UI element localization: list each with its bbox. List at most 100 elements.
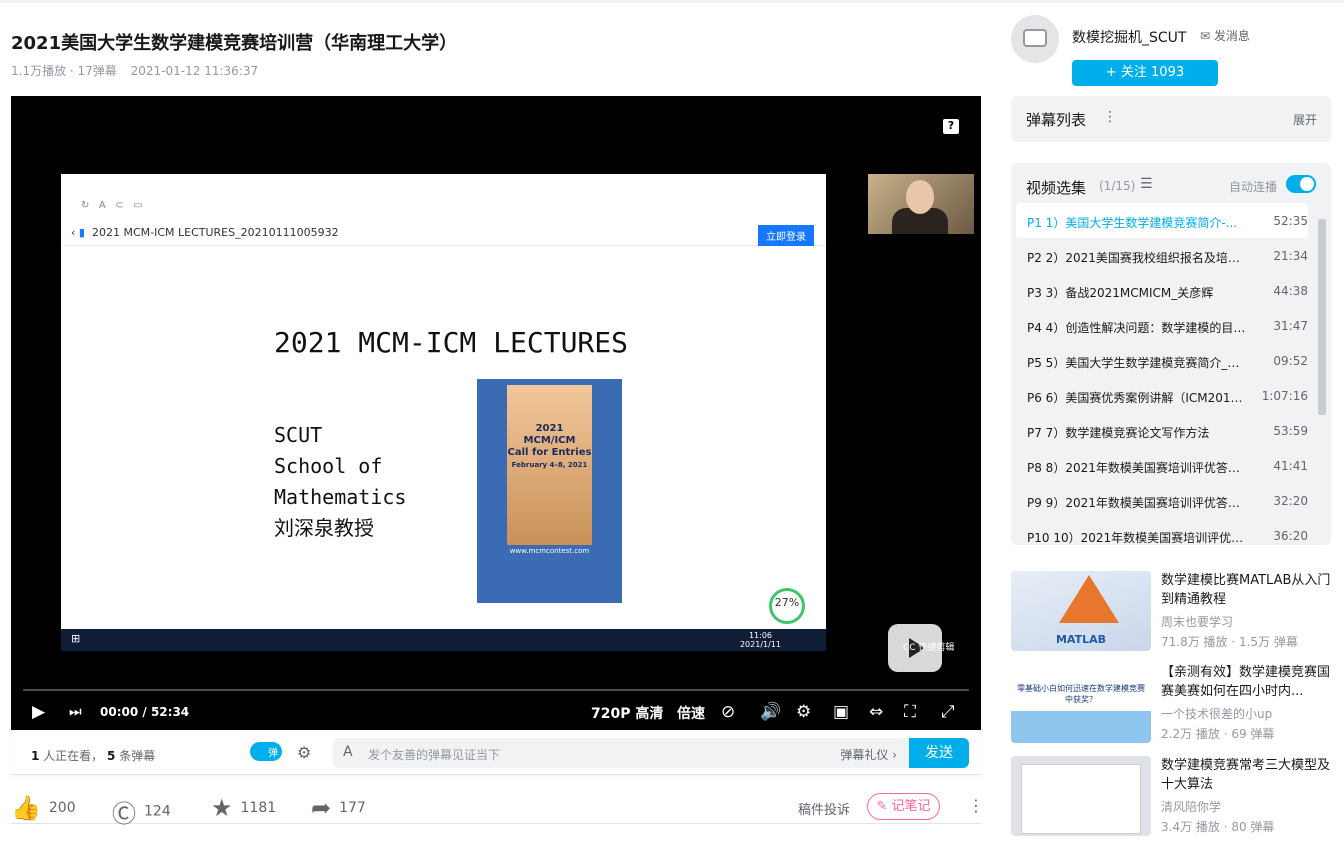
coin-button[interactable]: Ⓒ 124 bbox=[112, 794, 171, 829]
login-button: 立即登录 bbox=[758, 225, 814, 246]
settings-gear-icon[interactable]: ⚙ bbox=[796, 702, 811, 722]
playlist-item[interactable]: P2 2）2021美国赛我校组织报名及培训情况...21:34 bbox=[1016, 238, 1308, 273]
recommended-video[interactable]: 数学建模竞赛常考三大模型及十大算法 清风陪你学 3.4万 播放 · 80 弹幕 bbox=[1011, 756, 1341, 836]
poster-year: 2021 bbox=[535, 423, 564, 434]
mail-icon: ✉ bbox=[1200, 29, 1214, 43]
play-icon[interactable]: ▶ bbox=[32, 702, 45, 722]
slide-line: 刘深泉教授 bbox=[274, 516, 374, 540]
play-count: 1.1万播放 · 17弹幕 bbox=[11, 64, 117, 78]
thumb-up-icon: 👍 bbox=[11, 794, 41, 822]
favorite-button[interactable]: ★ 1181 bbox=[211, 794, 276, 822]
like-count: 200 bbox=[48, 800, 76, 816]
quality-button[interactable]: 720P 高清 bbox=[591, 703, 663, 723]
follow-button[interactable]: + 关注 1093 bbox=[1072, 60, 1218, 86]
video-player[interactable]: ? ↻ A ⊂ ▭ ‹ ▮ 2021 MCM-ICM LECTURES_2021… bbox=[11, 96, 981, 730]
action-bar: 👍 200 Ⓒ 124 ★ 1181 ➦ 177 稿件投诉 ✎ 记笔记 ⋮ bbox=[11, 790, 984, 828]
danmaku-bar: 1 人正在看， 5 条弹幕 弹 ⚙ A 发个友善的弹幕见证当下 弹幕礼仪 › 发… bbox=[11, 730, 981, 775]
report-link[interactable]: 稿件投诉 bbox=[798, 799, 850, 818]
expand-button[interactable]: 展开 bbox=[1293, 111, 1317, 128]
time-total: 52:34 bbox=[150, 705, 190, 719]
slide-line: Mathematics bbox=[274, 485, 407, 509]
playlist-item[interactable]: P10 10）2021年数模美国赛培训评优答辩... 36:20 bbox=[1016, 518, 1308, 553]
playlist-item[interactable]: P4 4）创造性解决问题：数学建模的目标... 31:47 bbox=[1016, 308, 1308, 343]
browser-tab-title: ‹ ▮ 2021 MCM-ICM LECTURES_20210111005932 bbox=[71, 226, 339, 239]
video-thumbnail[interactable] bbox=[1011, 756, 1151, 836]
danmaku-toggle[interactable]: 弹 bbox=[250, 742, 282, 761]
progress-bar[interactable] bbox=[23, 689, 969, 691]
uploader-name[interactable]: 数模挖掘机_SCUT bbox=[1072, 27, 1186, 47]
top-divider bbox=[0, 0, 1344, 3]
danmaku-list-panel[interactable]: 弹幕列表 ⋮ 展开 bbox=[1011, 96, 1331, 142]
scrollbar-thumb[interactable] bbox=[1318, 219, 1326, 415]
playlist-item[interactable]: P5 5）美国大学生数学建模竞赛简介_补... 09:52 bbox=[1016, 343, 1308, 378]
time-display: 00:00 / 52:34 bbox=[100, 705, 190, 719]
danmaku-etiquette-link[interactable]: 弹幕礼仪 › bbox=[840, 746, 897, 763]
recommended-author[interactable]: 周末也要学习 bbox=[1161, 613, 1233, 630]
web-fullscreen-icon[interactable]: ⛶ bbox=[904, 702, 916, 722]
recommended-author[interactable]: 清风陪你学 bbox=[1161, 798, 1221, 815]
playlist-item[interactable]: P7 7）数学建模竞赛论文写作方法 53:59 bbox=[1016, 413, 1308, 448]
network-gauge: 27% bbox=[769, 588, 805, 624]
viewers-text: 人正在看， bbox=[39, 749, 104, 763]
volume-icon[interactable]: 🔊 bbox=[760, 702, 781, 722]
poster-dates: February 4–8, 2021 bbox=[511, 461, 588, 469]
recommended-title[interactable]: 【亲测有效】数学建模竞赛国赛美赛如何在四小时内... bbox=[1161, 663, 1333, 701]
danmaku-settings-icon[interactable]: ⚙ bbox=[297, 743, 311, 762]
recommended-stats: 2.2万 播放 · 69 弹幕 bbox=[1161, 727, 1275, 741]
video-title: 2021美国大学生数学建模竞赛培训营（华南理工大学） bbox=[11, 33, 458, 54]
poster-url: www.mcmcontest.com bbox=[509, 547, 590, 555]
viewer-info: 1 人正在看， 5 条弹幕 bbox=[31, 747, 155, 764]
recommended-author[interactable]: 一个技术很差的小up bbox=[1161, 705, 1272, 722]
browser-bar: ↻ A ⊂ ▭ ‹ ▮ 2021 MCM-ICM LECTURES_202101… bbox=[61, 174, 826, 246]
windows-icon: ⊞ bbox=[71, 632, 81, 645]
like-button[interactable]: 👍 200 bbox=[11, 794, 76, 822]
playlist-item[interactable]: P1 1）美国大学生数学建模竞赛简介-... 52:35 bbox=[1016, 203, 1308, 238]
recommended-title[interactable]: 数学建模竞赛常考三大模型及十大算法 bbox=[1161, 756, 1333, 794]
widescreen-icon[interactable]: ⇔ bbox=[869, 702, 883, 722]
recommended-stats: 71.8万 播放 · 1.5万 弹幕 bbox=[1161, 635, 1298, 649]
uploader-avatar[interactable] bbox=[1011, 15, 1059, 63]
time-current: 00:00 bbox=[100, 705, 139, 719]
playlist-item[interactable]: P6 6）美国赛优秀案例讲解（ICM2019... 1:07:16 bbox=[1016, 378, 1308, 413]
pip-icon[interactable]: ▣ bbox=[833, 702, 849, 722]
video-meta: 1.1万播放 · 17弹幕 2021-01-12 11:36:37 bbox=[11, 62, 268, 79]
recommended-video[interactable]: 零基础小白如何迅速在数学建模竞赛中获奖？ 【亲测有效】数学建模竞赛国赛美赛如何在… bbox=[1011, 663, 1341, 743]
recommended-title[interactable]: 数学建模比赛MATLAB从入门到精通教程 bbox=[1161, 571, 1333, 609]
video-thumbnail[interactable]: 零基础小白如何迅速在数学建模竞赛中获奖？ bbox=[1011, 663, 1151, 743]
contest-poster: 2021 MCM/ICM Call for Entries February 4… bbox=[477, 379, 622, 603]
send-button[interactable]: 发送 bbox=[909, 738, 969, 768]
playlist-item[interactable]: P8 8）2021年数模美国赛培训评优答辩（... 41:41 bbox=[1016, 448, 1308, 483]
taskbar-clock: 11:06 2021/1/11 bbox=[740, 631, 781, 649]
star-icon: ★ bbox=[211, 794, 233, 822]
list-view-icon[interactable]: ☰ bbox=[1140, 176, 1153, 192]
more-vertical-icon[interactable]: ⋮ bbox=[1103, 109, 1117, 125]
note-button[interactable]: ✎ 记笔记 bbox=[867, 793, 940, 820]
help-icon[interactable]: ? bbox=[943, 119, 959, 134]
message-label: 发消息 bbox=[1213, 29, 1250, 43]
playlist-scrollbar[interactable] bbox=[1318, 209, 1326, 529]
share-count: 177 bbox=[339, 800, 366, 816]
tv-icon bbox=[1023, 29, 1047, 47]
subtitle-off-icon[interactable]: ⊘ bbox=[721, 702, 735, 722]
thumbnail-text: MATLAB bbox=[1055, 633, 1106, 646]
more-icon[interactable]: ⋮ bbox=[968, 796, 984, 815]
font-style-icon[interactable]: A bbox=[343, 744, 353, 760]
share-button[interactable]: ➦ 177 bbox=[311, 794, 366, 822]
next-icon[interactable]: ⏭ bbox=[69, 704, 82, 720]
autoplay-toggle[interactable] bbox=[1286, 175, 1316, 193]
video-thumbnail[interactable]: MATLAB bbox=[1011, 571, 1151, 651]
poster-image: 2021 MCM/ICM Call for Entries February 4… bbox=[507, 385, 592, 545]
playlist-items: P1 1）美国大学生数学建模竞赛简介-... 52:35 P2 2）2021美国赛… bbox=[1016, 203, 1308, 553]
fullscreen-icon[interactable]: ⤢ bbox=[941, 702, 955, 722]
note-icon: ✎ bbox=[876, 799, 892, 814]
danmaku-placeholder: 发个友善的弹幕见证当下 bbox=[368, 748, 501, 762]
slide-line: SCUT bbox=[274, 423, 323, 447]
recommended-video[interactable]: MATLAB 数学建模比赛MATLAB从入门到精通教程 周末也要学习 71.8万… bbox=[1011, 571, 1341, 651]
danmaku-input[interactable]: A 发个友善的弹幕见证当下 弹幕礼仪 › bbox=[333, 738, 909, 768]
playlist-item[interactable]: P9 9）2021年数模美国赛培训评优答辩（... 32:20 bbox=[1016, 483, 1308, 518]
message-link[interactable]: ✉ 发消息 bbox=[1200, 27, 1250, 44]
speed-button[interactable]: 倍速 bbox=[677, 703, 705, 723]
slide-body: SCUT School of Mathematics 刘深泉教授 bbox=[274, 420, 406, 544]
tab-title-text: 2021 MCM-ICM LECTURES_20210111005932 bbox=[91, 226, 339, 239]
playlist-item[interactable]: P3 3）备战2021MCMICM_关彦辉 44:38 bbox=[1016, 273, 1308, 308]
